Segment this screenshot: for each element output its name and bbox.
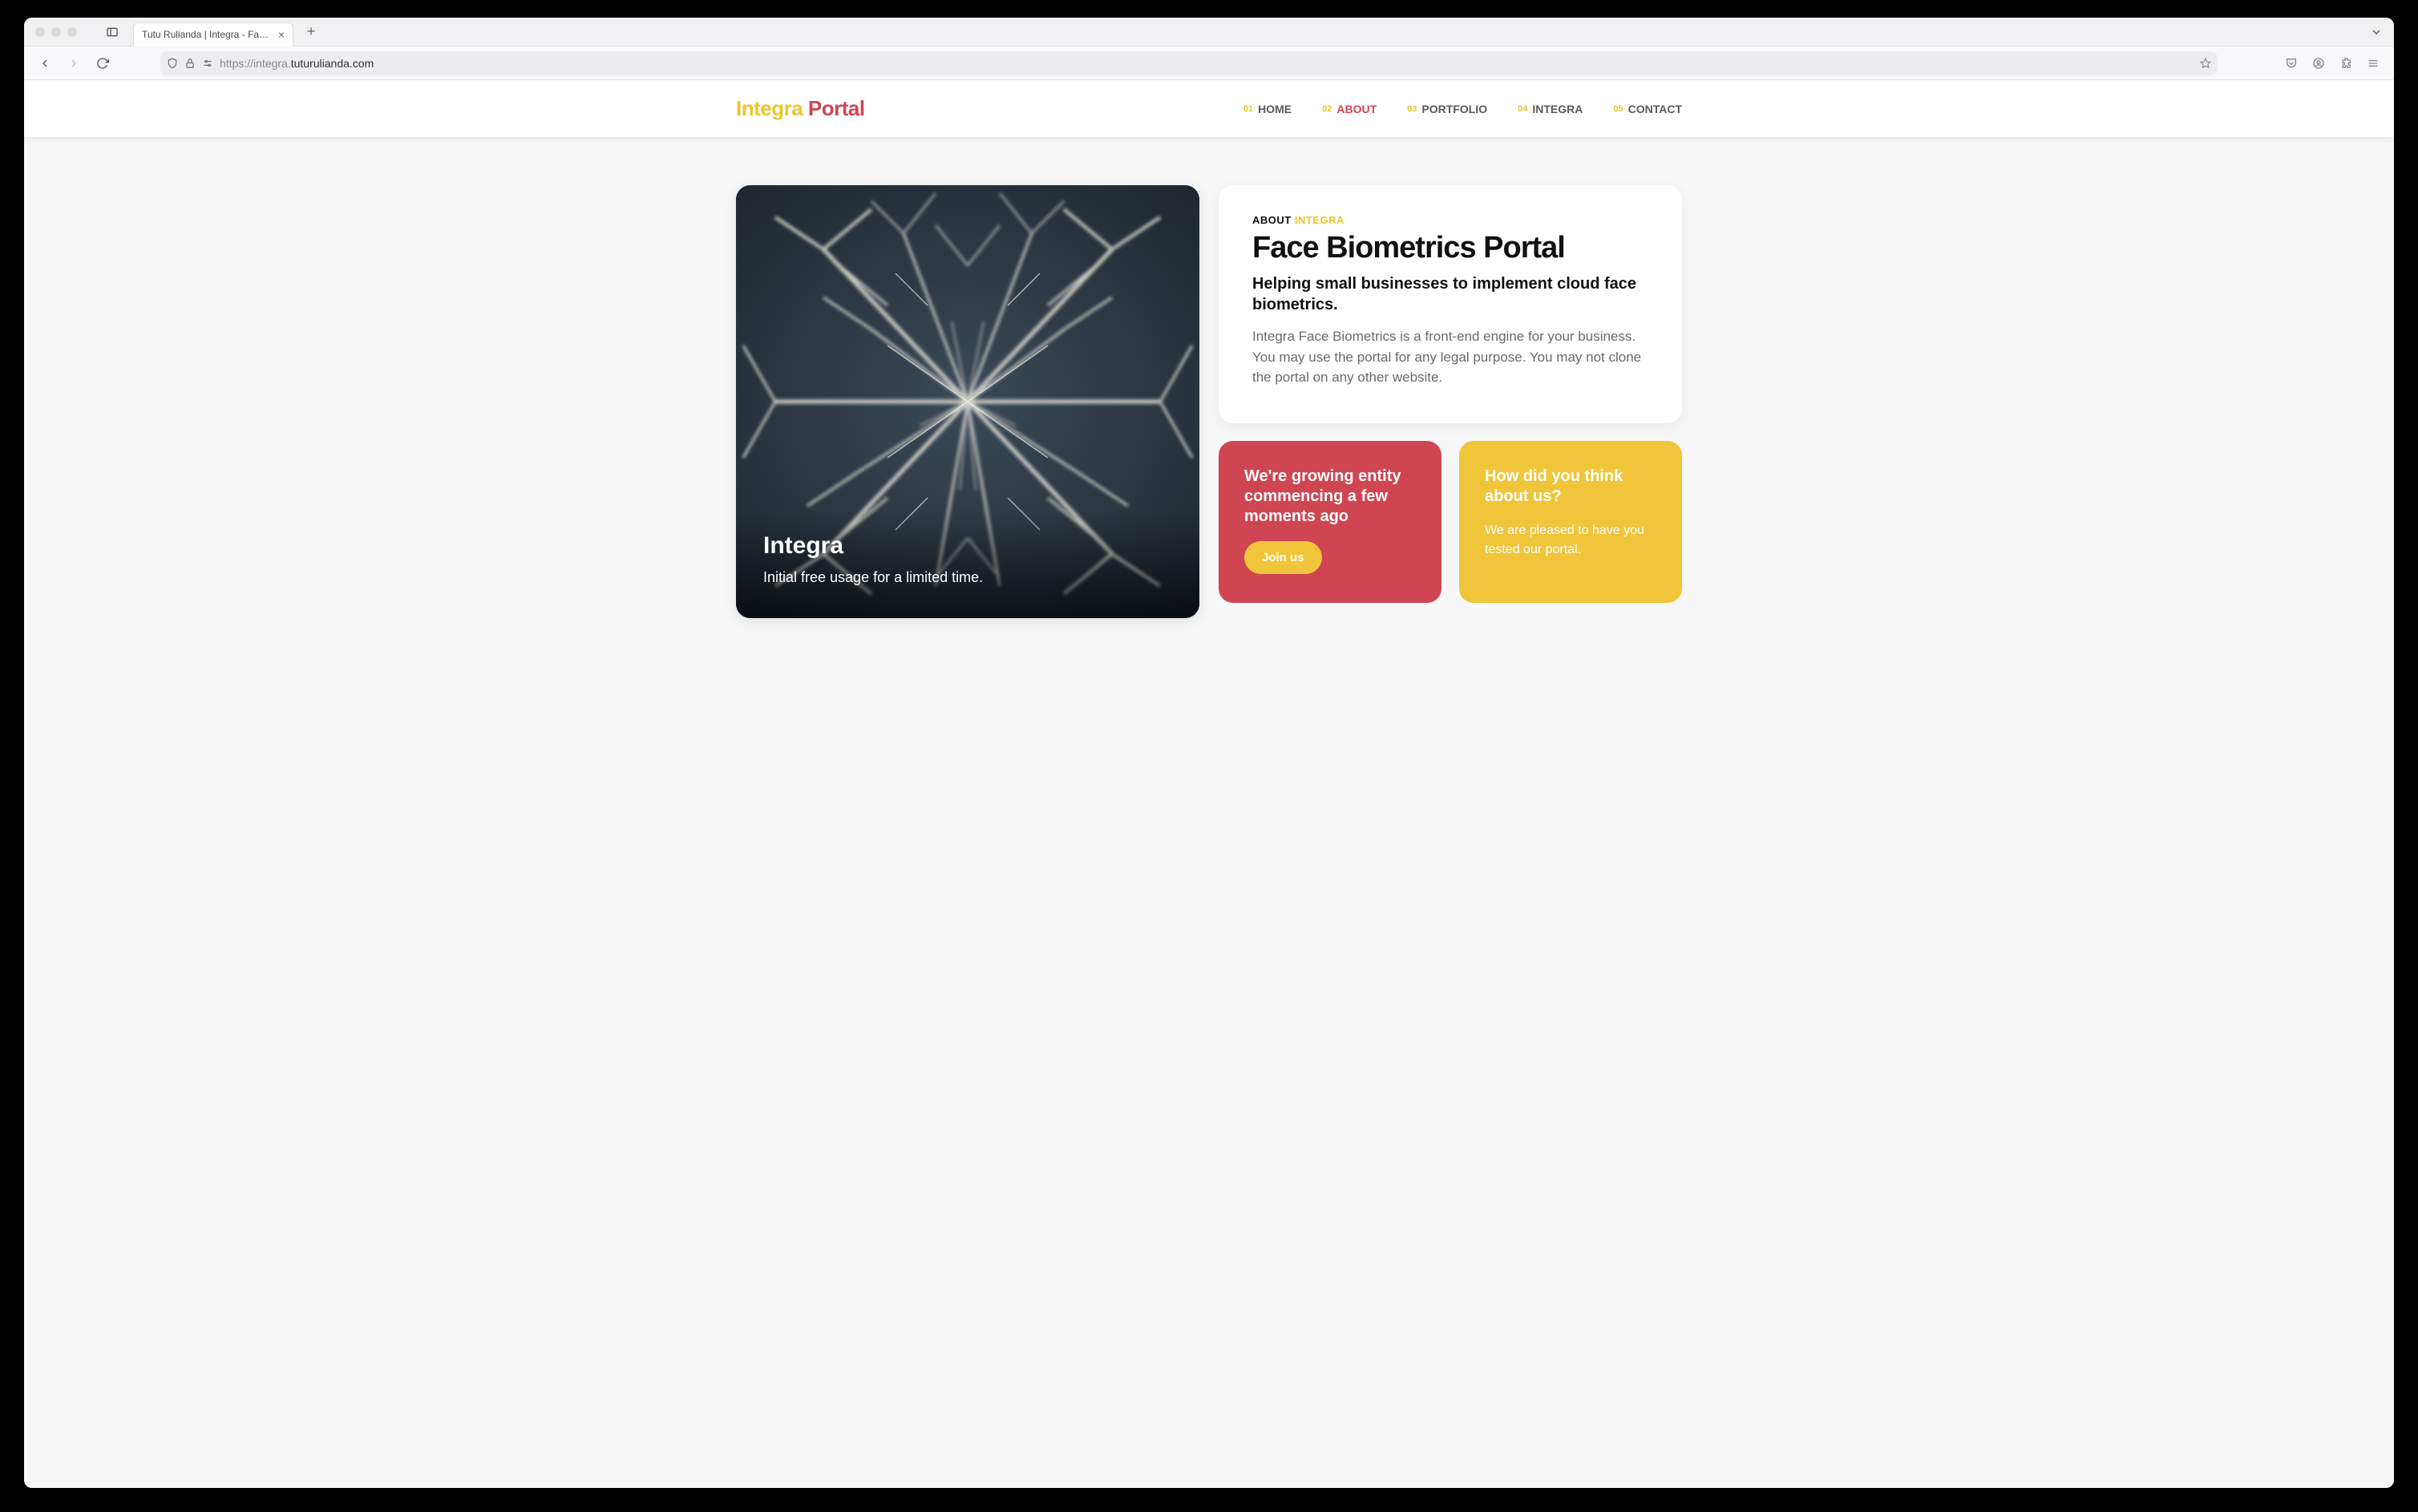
about-label: ABOUT INTEGRA: [1252, 214, 1648, 226]
hero-title: Integra: [763, 532, 1172, 560]
tab-title: Tutu Rulianda | Integra - Face Biome: [142, 29, 273, 40]
maximize-window-button[interactable]: [67, 27, 77, 37]
site-nav: 01HOME 02ABOUT 03PORTFOLIO 04INTEGRA 05C…: [1243, 103, 1682, 115]
url-text: https://integra.tuturulianda.com: [220, 57, 2194, 70]
address-bar[interactable]: https://integra.tuturulianda.com: [160, 51, 2218, 75]
tabs-dropdown-button[interactable]: [2365, 21, 2388, 43]
new-tab-button[interactable]: +: [300, 21, 322, 43]
hero-subtitle: Initial free usage for a limited time.: [763, 569, 1172, 586]
nav-item-about[interactable]: 02ABOUT: [1322, 103, 1377, 115]
hero-overlay: Integra Initial free usage for a limited…: [736, 510, 1199, 618]
info-cards: We're growing entity commencing a few mo…: [1219, 441, 1682, 603]
account-button[interactable]: [2307, 52, 2330, 75]
feedback-card-body: We are pleased to have you tested our po…: [1485, 521, 1656, 560]
permissions-icon[interactable]: [202, 58, 213, 69]
main-content: Integra Initial free usage for a limited…: [720, 137, 1698, 666]
nav-item-home[interactable]: 01HOME: [1243, 103, 1292, 115]
about-subtitle: Helping small businesses to implement cl…: [1252, 273, 1648, 315]
page-viewport[interactable]: Integra Portal 01HOME 02ABOUT 03PORTFOLI…: [24, 80, 2394, 1488]
about-card: ABOUT INTEGRA Face Biometrics Portal Hel…: [1219, 185, 1682, 423]
nav-item-portfolio[interactable]: 03PORTFOLIO: [1407, 103, 1487, 115]
right-column: ABOUT INTEGRA Face Biometrics Portal Hel…: [1219, 185, 1682, 603]
about-title: Face Biometrics Portal: [1252, 231, 1648, 265]
shield-icon: [167, 58, 178, 69]
back-button[interactable]: [34, 52, 56, 75]
browser-tab[interactable]: Tutu Rulianda | Integra - Face Biome ×: [133, 22, 293, 46]
extensions-button[interactable]: [2335, 52, 2357, 75]
hero-card: Integra Initial free usage for a limited…: [736, 185, 1199, 618]
app-menu-button[interactable]: [2362, 52, 2384, 75]
forward-button[interactable]: [63, 52, 85, 75]
tab-close-button[interactable]: ×: [278, 29, 285, 40]
growing-card: We're growing entity commencing a few mo…: [1219, 441, 1442, 603]
reload-button[interactable]: [91, 52, 114, 75]
nav-item-integra[interactable]: 04INTEGRA: [1518, 103, 1583, 115]
join-us-button[interactable]: Join us: [1244, 541, 1322, 574]
browser-window: Tutu Rulianda | Integra - Face Biome × +: [24, 18, 2394, 1488]
lock-icon: [184, 58, 196, 69]
save-to-pocket-button[interactable]: [2280, 52, 2303, 75]
bookmark-star-button[interactable]: [2200, 58, 2211, 69]
nav-item-contact[interactable]: 05CONTACT: [1613, 103, 1682, 115]
window-controls: [30, 27, 82, 37]
url-bar: https://integra.tuturulianda.com: [24, 46, 2394, 80]
close-window-button[interactable]: [35, 27, 45, 37]
growing-card-title: We're growing entity commencing a few mo…: [1244, 467, 1416, 527]
sidebar-toggle-button[interactable]: [101, 21, 123, 43]
feedback-card: How did you think about us? We are pleas…: [1459, 441, 1682, 603]
site-logo[interactable]: Integra Portal: [736, 96, 865, 121]
site-header: Integra Portal 01HOME 02ABOUT 03PORTFOLI…: [24, 80, 2394, 137]
tab-bar: Tutu Rulianda | Integra - Face Biome × +: [24, 18, 2394, 46]
minimize-window-button[interactable]: [51, 27, 61, 37]
about-body: Integra Face Biometrics is a front-end e…: [1252, 326, 1648, 388]
feedback-card-title: How did you think about us?: [1485, 467, 1656, 507]
